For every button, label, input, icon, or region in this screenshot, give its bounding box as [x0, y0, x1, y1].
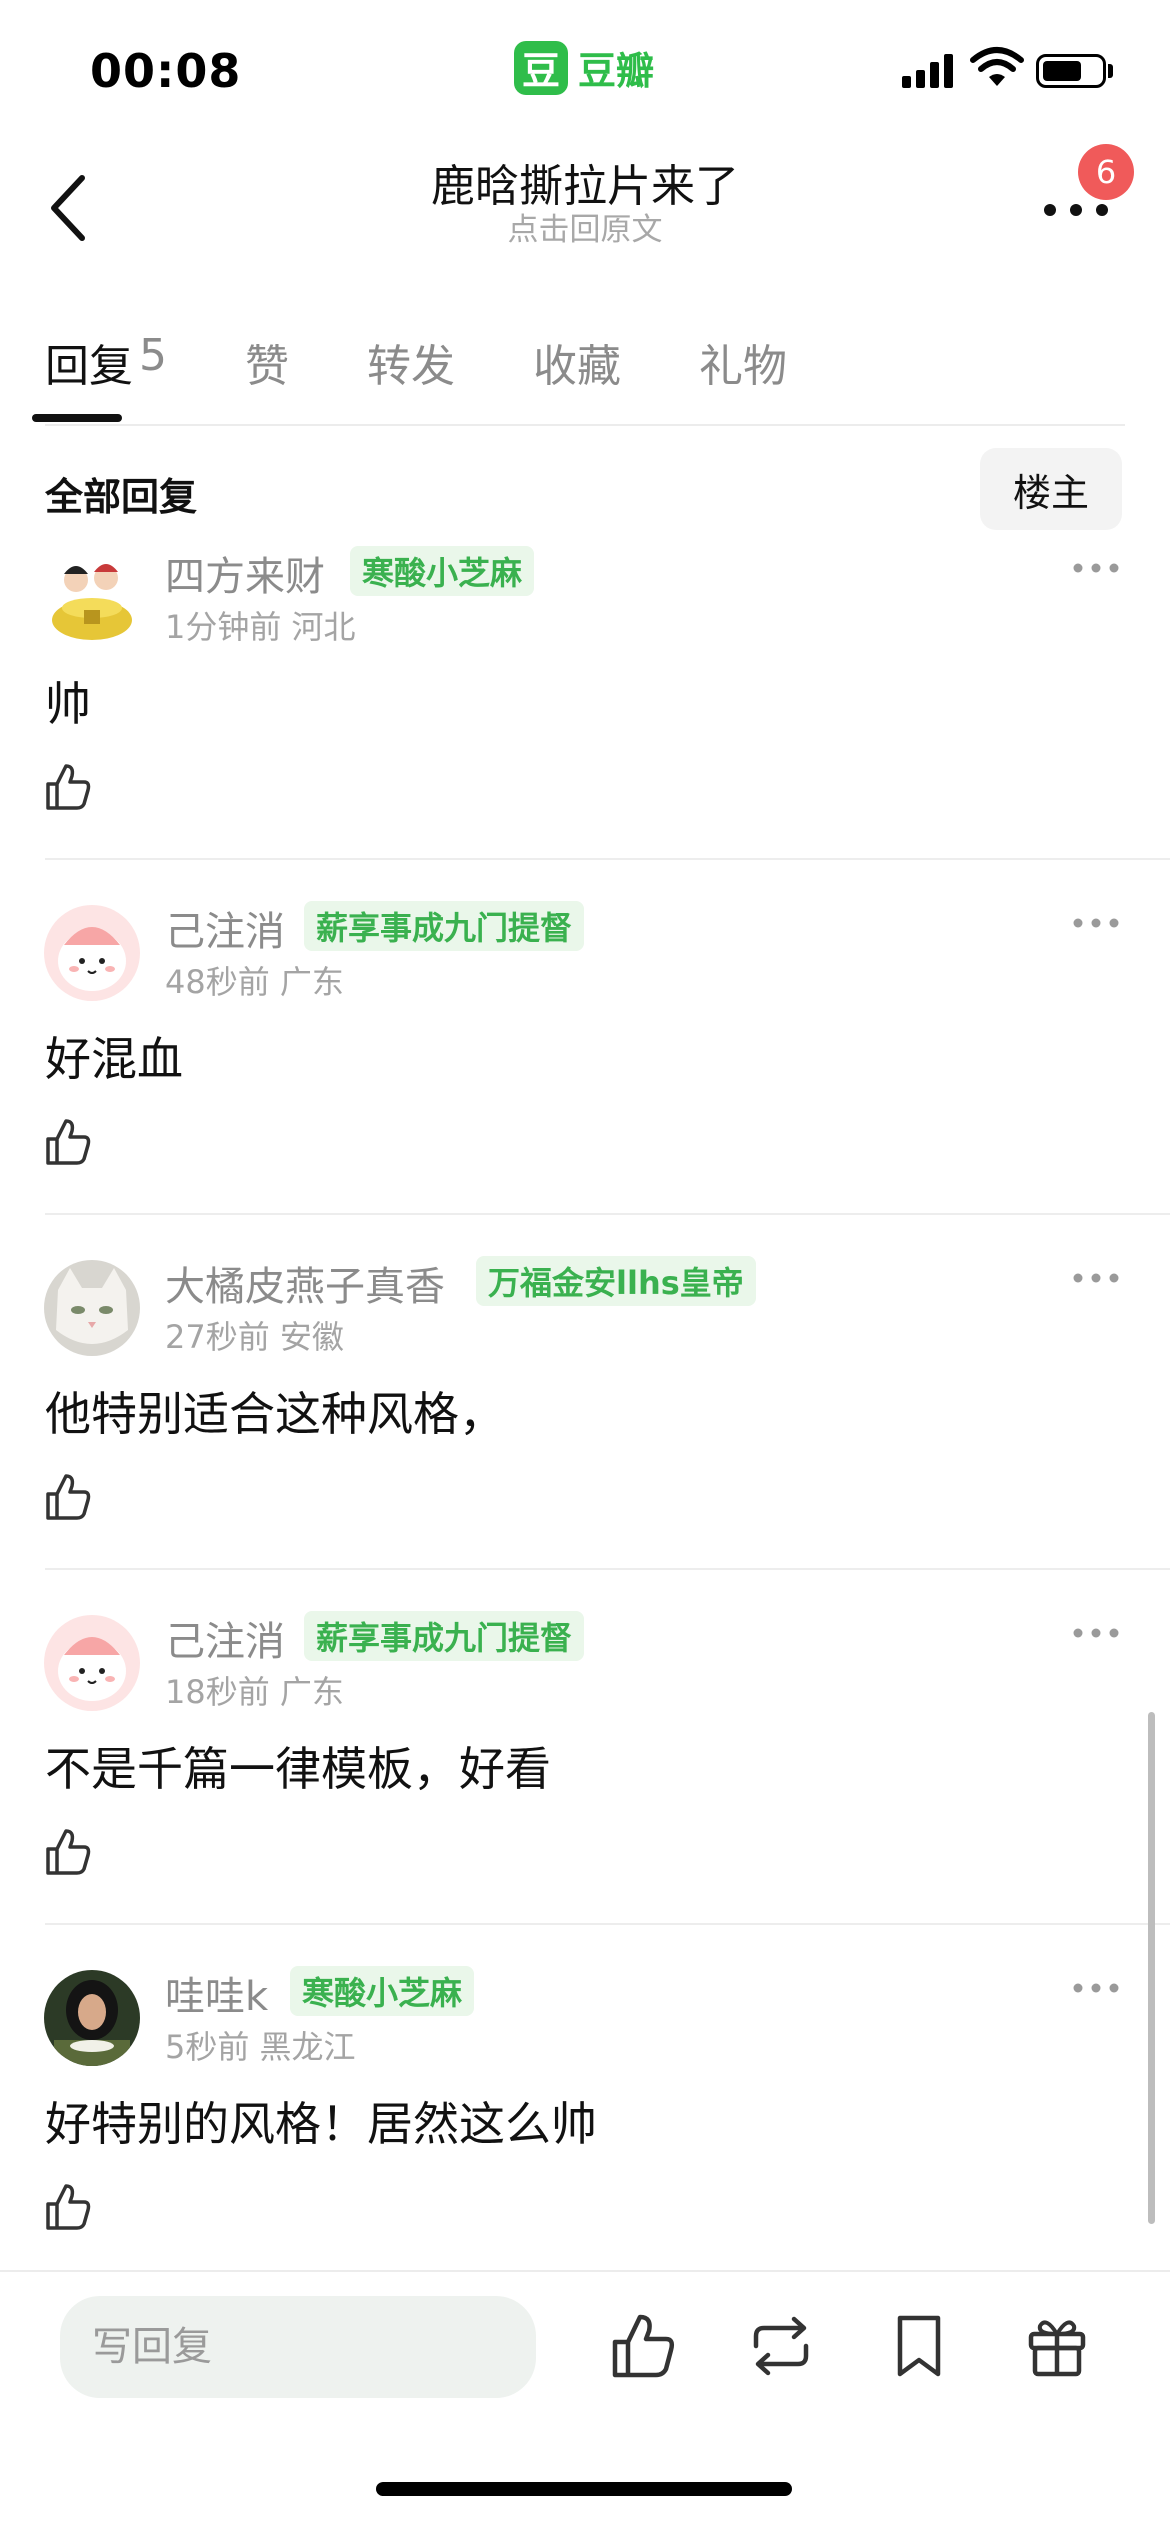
comment-text: 不是千篇一律模板，好看	[45, 1742, 551, 1796]
bookmark-icon[interactable]	[886, 2312, 952, 2380]
comment-text: 好特别的风格！居然这么帅	[45, 2097, 597, 2151]
app-name: 豆瓣	[578, 49, 655, 93]
douban-logo-icon: 豆	[514, 40, 568, 95]
comment-text: 他特别适合这种风格，	[45, 1387, 505, 1441]
comment-item: 己注消 薪享事成九门提督 18秒前 广东 不是千篇一律模板，好看	[0, 1611, 1170, 1970]
app-indicator: 豆 豆瓣	[514, 40, 654, 95]
comment-text: 好混血	[45, 1032, 183, 1086]
comment-location: 广东	[279, 963, 344, 1001]
user-badge: 寒酸小芝麻	[350, 546, 535, 596]
comment-text: 帅	[45, 677, 91, 731]
user-badge: 万福金安llhs皇帝	[476, 1256, 756, 1306]
more-options-icon[interactable]	[1072, 915, 1120, 931]
nav-bar: 鹿晗撕拉片来了 点击回原文 6	[0, 140, 1170, 270]
comment-item: 四方来财 寒酸小芝麻 1分钟前 河北 帅	[0, 546, 1170, 905]
tabs-divider	[45, 424, 1125, 426]
tab-likes[interactable]: 赞	[245, 300, 289, 426]
tab-reposts-label: 转发	[367, 341, 455, 392]
tab-replies-label: 回复	[45, 341, 133, 392]
notification-badge: 6	[1078, 144, 1134, 200]
comment-meta: 18秒前 广东	[165, 1667, 344, 1713]
avatar[interactable]	[44, 1970, 140, 2066]
comment-divider	[45, 1923, 1170, 1925]
comment-meta: 1分钟前 河北	[165, 602, 356, 648]
status-time: 00:08	[90, 44, 242, 98]
like-icon[interactable]	[44, 1472, 92, 1522]
username[interactable]: 己注消	[165, 1609, 285, 1667]
tab-likes-label: 赞	[245, 341, 289, 392]
comment-meta: 48秒前 广东	[165, 957, 344, 1003]
avatar[interactable]	[44, 905, 140, 1001]
avatar[interactable]	[44, 1260, 140, 1356]
comment-divider	[45, 1213, 1170, 1215]
comment-item: 己注消 薪享事成九门提督 48秒前 广东 好混血	[0, 901, 1170, 1260]
tab-replies[interactable]: 回复 5	[45, 300, 167, 426]
scrollbar[interactable]	[1148, 1712, 1155, 2224]
comment-time: 1分钟前	[165, 608, 282, 646]
cellular-signal-icon	[902, 52, 953, 88]
username[interactable]: 己注消	[165, 899, 285, 957]
tab-favorites-label: 收藏	[533, 341, 621, 392]
comment-time: 5秒前	[165, 2028, 250, 2066]
username[interactable]: 四方来财	[165, 544, 325, 602]
more-options-icon[interactable]	[1072, 1270, 1120, 1286]
all-replies-label: 全部回复	[45, 475, 198, 519]
thumbs-up-icon[interactable]	[610, 2312, 676, 2380]
tab-gifts-label: 礼物	[699, 341, 787, 392]
repost-icon[interactable]	[748, 2312, 814, 2380]
comment-location: 河北	[291, 608, 356, 646]
tab-replies-count: 5	[139, 330, 167, 381]
comment-meta: 27秒前 安徽	[165, 1312, 344, 1358]
tab-gifts[interactable]: 礼物	[699, 300, 787, 426]
tab-reposts[interactable]: 转发	[367, 300, 455, 426]
username[interactable]: 大橘皮燕子真香	[165, 1254, 445, 1312]
bottom-bar-divider	[0, 2270, 1170, 2272]
battery-tip	[1108, 64, 1113, 78]
home-indicator[interactable]	[376, 2482, 792, 2496]
comment-location: 广东	[279, 1673, 344, 1711]
user-badge: 薪享事成九门提督	[304, 1611, 585, 1661]
active-tab-indicator	[32, 414, 122, 422]
more-options-icon[interactable]	[1072, 560, 1120, 576]
gift-icon[interactable]	[1024, 2312, 1090, 2380]
like-icon[interactable]	[44, 1827, 92, 1877]
comment-item: 大橘皮燕子真香 万福金安llhs皇帝 27秒前 安徽 他特别适合这种风格，	[0, 1256, 1170, 1615]
like-icon[interactable]	[44, 762, 92, 812]
like-icon[interactable]	[44, 1117, 92, 1167]
reply-input[interactable]	[60, 2296, 536, 2398]
comment-time: 48秒前	[165, 963, 270, 1001]
status-bar: 00:08 豆 豆瓣	[0, 0, 1170, 140]
back-to-original-link[interactable]: 点击回原文	[0, 204, 1170, 249]
wifi-icon	[970, 47, 1024, 86]
avatar[interactable]	[44, 550, 140, 646]
more-options-icon[interactable]	[1072, 1625, 1120, 1641]
more-options-icon[interactable]	[1072, 1980, 1120, 1996]
battery-icon	[1036, 54, 1106, 88]
like-icon[interactable]	[44, 2182, 92, 2232]
username[interactable]: 哇哇k	[165, 1964, 268, 2022]
avatar[interactable]	[44, 1615, 140, 1711]
op-only-button[interactable]: 楼主	[980, 448, 1122, 530]
tab-favorites[interactable]: 收藏	[533, 300, 621, 426]
comment-divider	[45, 858, 1170, 860]
user-badge: 薪享事成九门提督	[304, 901, 585, 951]
comment-location: 黑龙江	[259, 2028, 356, 2066]
user-badge: 寒酸小芝麻	[290, 1966, 475, 2016]
comment-time: 18秒前	[165, 1673, 270, 1711]
comment-meta: 5秒前 黑龙江	[165, 2022, 356, 2068]
comment-divider	[45, 1568, 1170, 1570]
comment-time: 27秒前	[165, 1318, 270, 1356]
comment-location: 安徽	[279, 1318, 344, 1356]
tab-bar: 回复 5 赞 转发 收藏 礼物	[45, 300, 865, 426]
